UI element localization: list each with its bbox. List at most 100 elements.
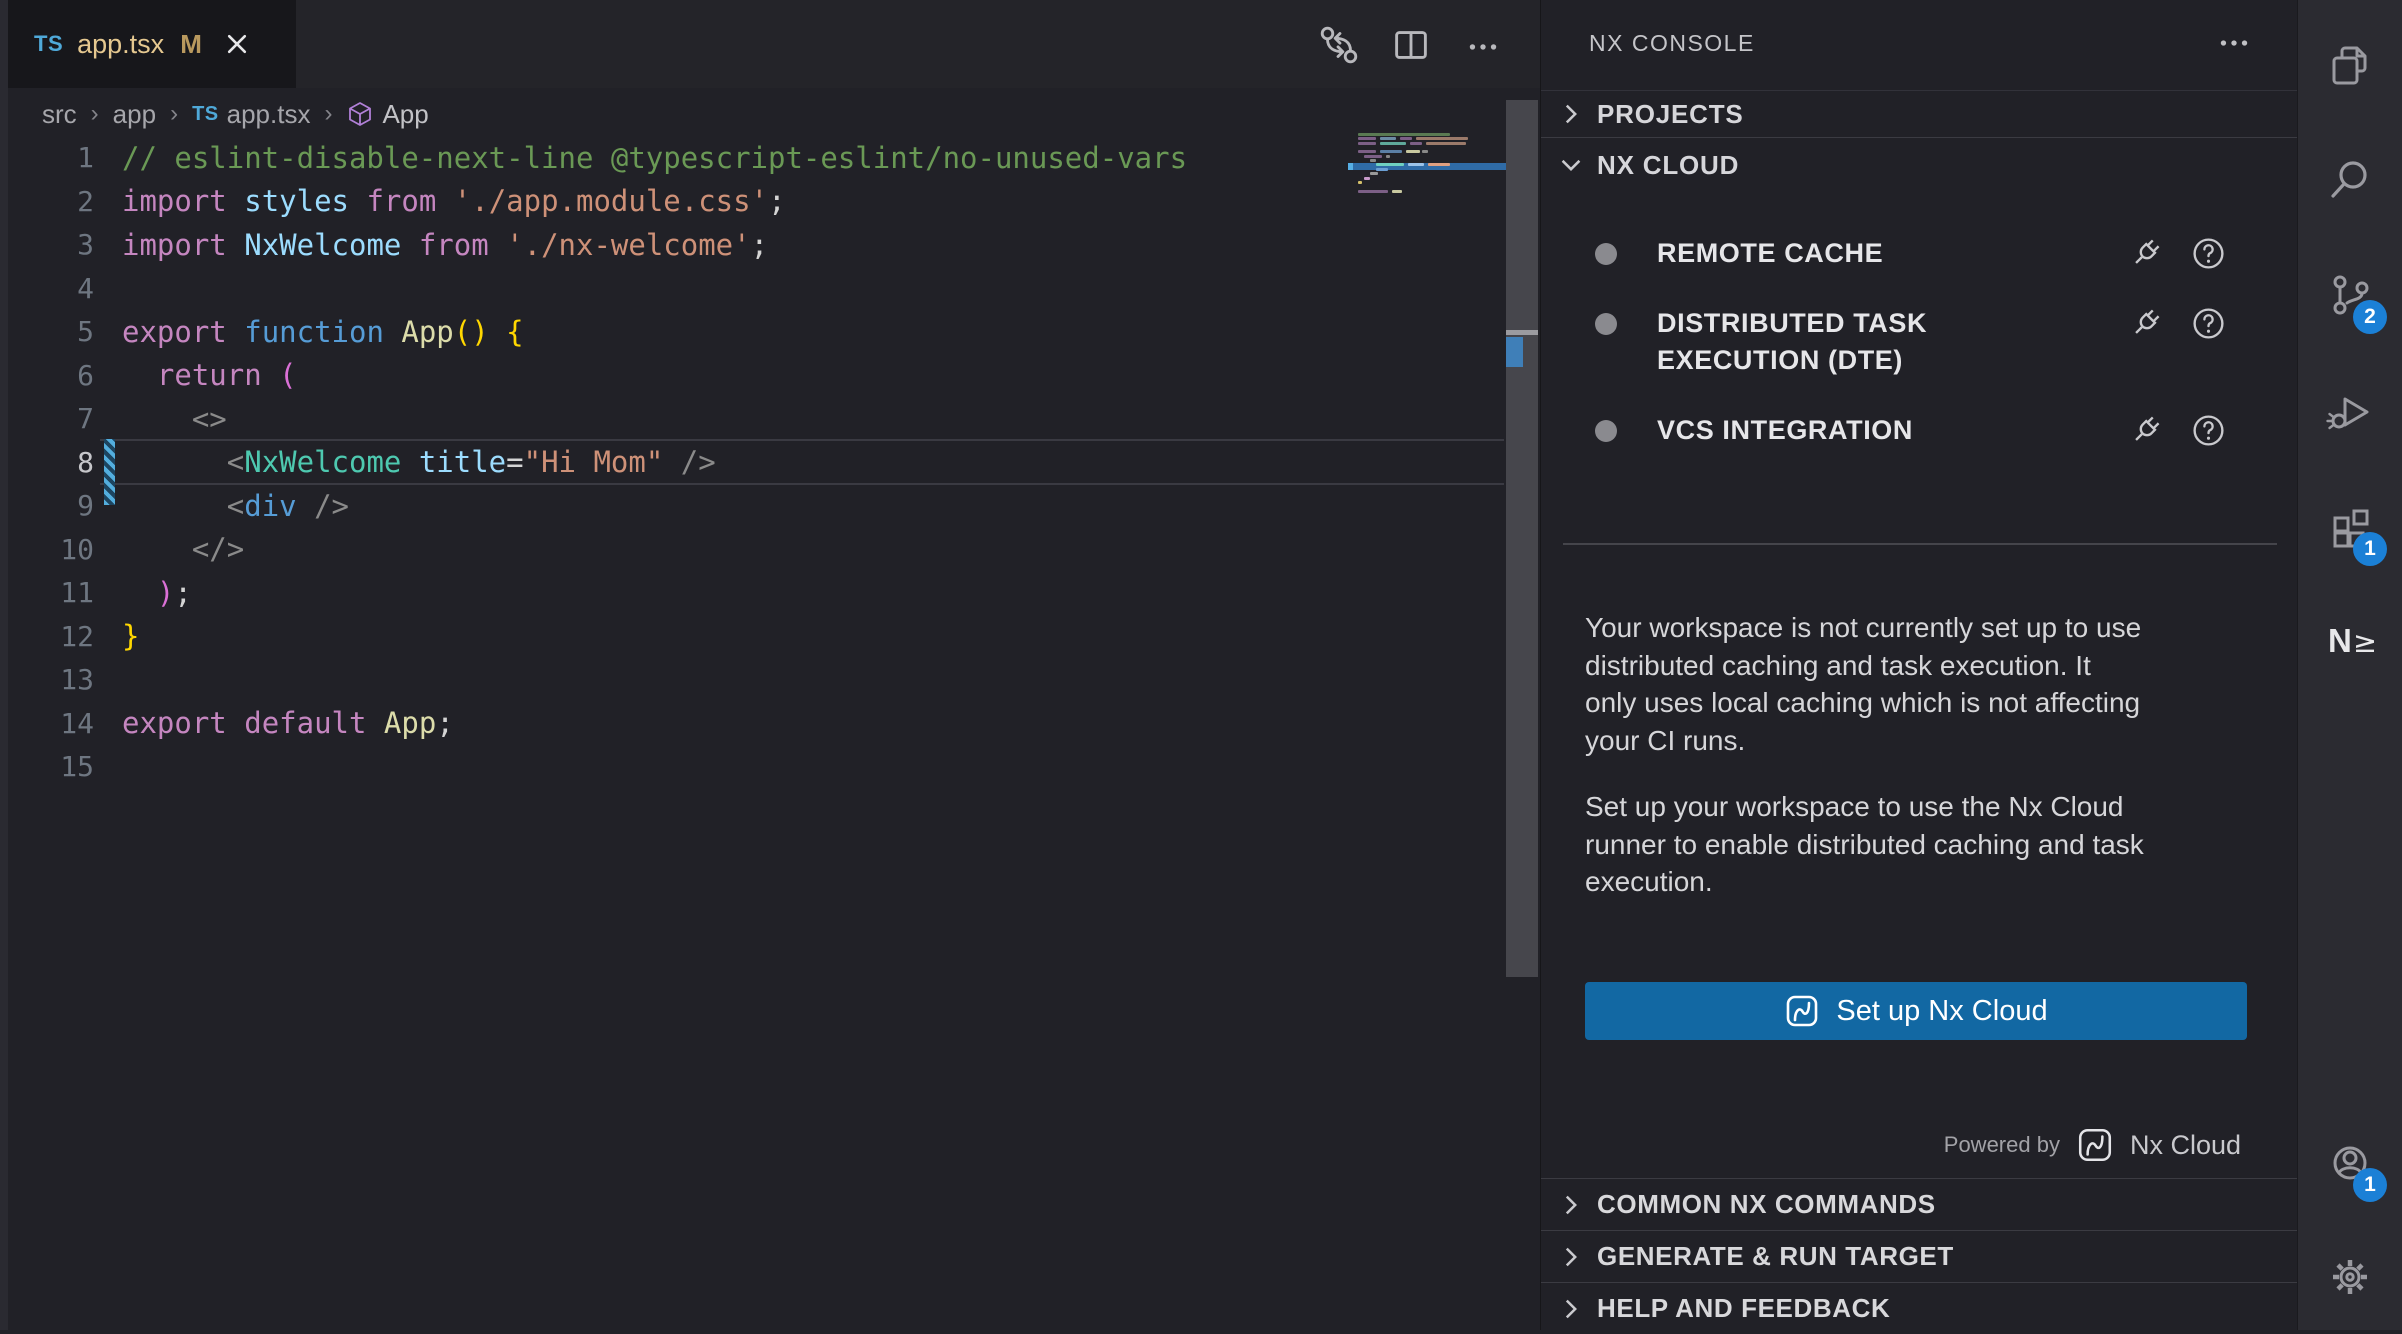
- activity-settings-icon[interactable]: [2326, 1253, 2374, 1301]
- code-text: export function App() {: [122, 315, 524, 349]
- section-projects[interactable]: PROJECTS: [1541, 90, 2297, 137]
- activity-nx-console-icon[interactable]: N≥: [2326, 616, 2374, 664]
- section-label: COMMON NX COMMANDS: [1597, 1189, 1936, 1220]
- breadcrumb-separator-icon: ›: [324, 100, 332, 128]
- section-generate-run-target[interactable]: GENERATE & RUN TARGET: [1541, 1230, 2297, 1282]
- line-number: 2: [8, 185, 94, 218]
- code-text: );: [122, 576, 192, 610]
- activity-explorer-icon[interactable]: [2326, 41, 2374, 89]
- scrollbar-cursor-tick: [1506, 330, 1538, 335]
- help-question-icon[interactable]: [2190, 412, 2227, 449]
- code-line-11[interactable]: 11 );: [8, 571, 1338, 615]
- activity-source-control-icon[interactable]: 2: [2326, 271, 2374, 319]
- minimap[interactable]: [1348, 133, 1506, 208]
- status-bullet-icon: [1595, 243, 1617, 265]
- nx-cloud-brand-label: Nx Cloud: [2130, 1130, 2241, 1161]
- nx-cloud-features: REMOTE CACHEDISTRIBUTED TASK EXECUTION (…: [1541, 230, 2297, 477]
- breadcrumb-src[interactable]: src: [42, 99, 77, 130]
- line-number: 1: [8, 141, 94, 174]
- setup-nx-cloud-button[interactable]: Set up Nx Cloud: [1585, 982, 2247, 1040]
- code-line-9[interactable]: 9 <div />: [8, 484, 1338, 528]
- line-number: 8: [8, 446, 94, 479]
- connect-plug-icon[interactable]: [2127, 235, 2164, 272]
- code-line-7[interactable]: 7 <>: [8, 397, 1338, 441]
- badge: 1: [2353, 1168, 2387, 1202]
- panel-more-actions-icon[interactable]: [2211, 20, 2257, 66]
- breadcrumb-symbol-app[interactable]: App: [346, 99, 428, 130]
- workspace-status-text: Your workspace is not currently set up t…: [1585, 609, 2285, 759]
- code-line-5[interactable]: 5export function App() {: [8, 310, 1338, 354]
- minimap-row: [1354, 133, 1506, 136]
- minimap-row: [1354, 190, 1506, 193]
- connect-plug-icon[interactable]: [2127, 412, 2164, 449]
- minimap-row: [1354, 168, 1506, 171]
- code-line-1[interactable]: 1// eslint-disable-next-line @typescript…: [8, 136, 1338, 180]
- code-text: import NxWelcome from './nx-welcome';: [122, 228, 768, 262]
- minimap-row: [1354, 181, 1506, 184]
- code-line-2[interactable]: 2import styles from './app.module.css';: [8, 180, 1338, 224]
- code-text: <NxWelcome title="Hi Mom" />: [122, 445, 716, 479]
- tab-bar: TS app.tsx M: [8, 0, 1540, 88]
- minimap-row: [1354, 185, 1506, 188]
- breadcrumb-separator-icon: ›: [91, 100, 99, 128]
- line-number: 11: [8, 576, 94, 609]
- code-line-13[interactable]: 13: [8, 658, 1338, 702]
- powered-by-row: Powered by Nx Cloud: [1541, 1124, 2241, 1166]
- chevron-right-icon: [1557, 1191, 1585, 1219]
- panel-bottom-sections: COMMON NX COMMANDS GENERATE & RUN TARGETH…: [1541, 1178, 2297, 1334]
- feature-actions: [2127, 412, 2227, 449]
- line-number: 4: [8, 272, 94, 305]
- activity-accounts-icon[interactable]: 1: [2326, 1139, 2374, 1187]
- breadcrumb-app[interactable]: app: [113, 99, 156, 130]
- code-line-6[interactable]: 6 return (: [8, 354, 1338, 398]
- minimap-row: [1354, 142, 1506, 145]
- code-line-4[interactable]: 4: [8, 267, 1338, 311]
- typescript-file-icon: TS: [34, 31, 63, 57]
- setup-button-label: Set up Nx Cloud: [1836, 995, 2047, 1028]
- code-text: </>: [122, 532, 244, 566]
- chevron-right-icon: [1557, 1295, 1585, 1323]
- code-text: }: [122, 619, 139, 653]
- code-editor[interactable]: 1// eslint-disable-next-line @typescript…: [8, 136, 1338, 789]
- status-bullet-icon: [1595, 313, 1617, 335]
- chevron-right-icon: [1557, 1243, 1585, 1271]
- nx-console-panel: NX CONSOLE PROJECTS NX CLOUD REMOTE CACH…: [1540, 0, 2297, 1330]
- feature-label: REMOTE CACHE: [1657, 230, 2127, 272]
- more-actions-icon[interactable]: [1460, 22, 1506, 68]
- breadcrumb-file[interactable]: TS app.tsx: [192, 99, 310, 130]
- minimap-row: [1354, 137, 1506, 140]
- code-line-3[interactable]: 3import NxWelcome from './nx-welcome';: [8, 223, 1338, 267]
- line-number: 6: [8, 359, 94, 392]
- code-line-10[interactable]: 10 </>: [8, 528, 1338, 572]
- code-text: <div />: [122, 489, 349, 523]
- help-question-icon[interactable]: [2190, 235, 2227, 272]
- split-editor-icon[interactable]: [1388, 22, 1434, 68]
- editor-scrollbar[interactable]: [1506, 100, 1538, 977]
- activity-run-and-debug-icon[interactable]: [2326, 388, 2374, 436]
- code-line-15[interactable]: 15: [8, 745, 1338, 789]
- svg-text:N: N: [2328, 622, 2352, 659]
- activity-extensions-icon[interactable]: 1: [2326, 503, 2374, 551]
- section-common-nx-commands[interactable]: COMMON NX COMMANDS: [1541, 1178, 2297, 1230]
- section-help-and-feedback[interactable]: HELP AND FEEDBACK: [1541, 1282, 2297, 1334]
- minimap-modified-marker: [1348, 163, 1353, 170]
- connect-plug-icon[interactable]: [2127, 305, 2164, 342]
- code-line-12[interactable]: 12}: [8, 615, 1338, 659]
- tab-app-tsx[interactable]: TS app.tsx M: [8, 0, 296, 88]
- activity-search-icon[interactable]: [2326, 156, 2374, 204]
- section-nx-cloud[interactable]: NX CLOUD: [1541, 137, 2297, 192]
- minimap-row: [1354, 163, 1506, 166]
- open-changes-icon[interactable]: [1316, 22, 1362, 68]
- badge: 1: [2353, 532, 2387, 566]
- line-number: 7: [8, 402, 94, 435]
- help-question-icon[interactable]: [2190, 305, 2227, 342]
- code-line-8[interactable]: 8 <NxWelcome title="Hi Mom" />: [8, 441, 1338, 485]
- feature-row: VCS INTEGRATION: [1541, 407, 2297, 449]
- editor-group: TS app.tsx M src › app › TS app.tsx: [8, 0, 1540, 1330]
- code-text: return (: [122, 358, 297, 392]
- feature-actions: [2127, 235, 2227, 272]
- breadcrumb-separator-icon: ›: [170, 100, 178, 128]
- code-line-14[interactable]: 14export default App;: [8, 702, 1338, 746]
- tab-close-icon[interactable]: [224, 31, 250, 57]
- symbol-method-icon: [346, 100, 374, 128]
